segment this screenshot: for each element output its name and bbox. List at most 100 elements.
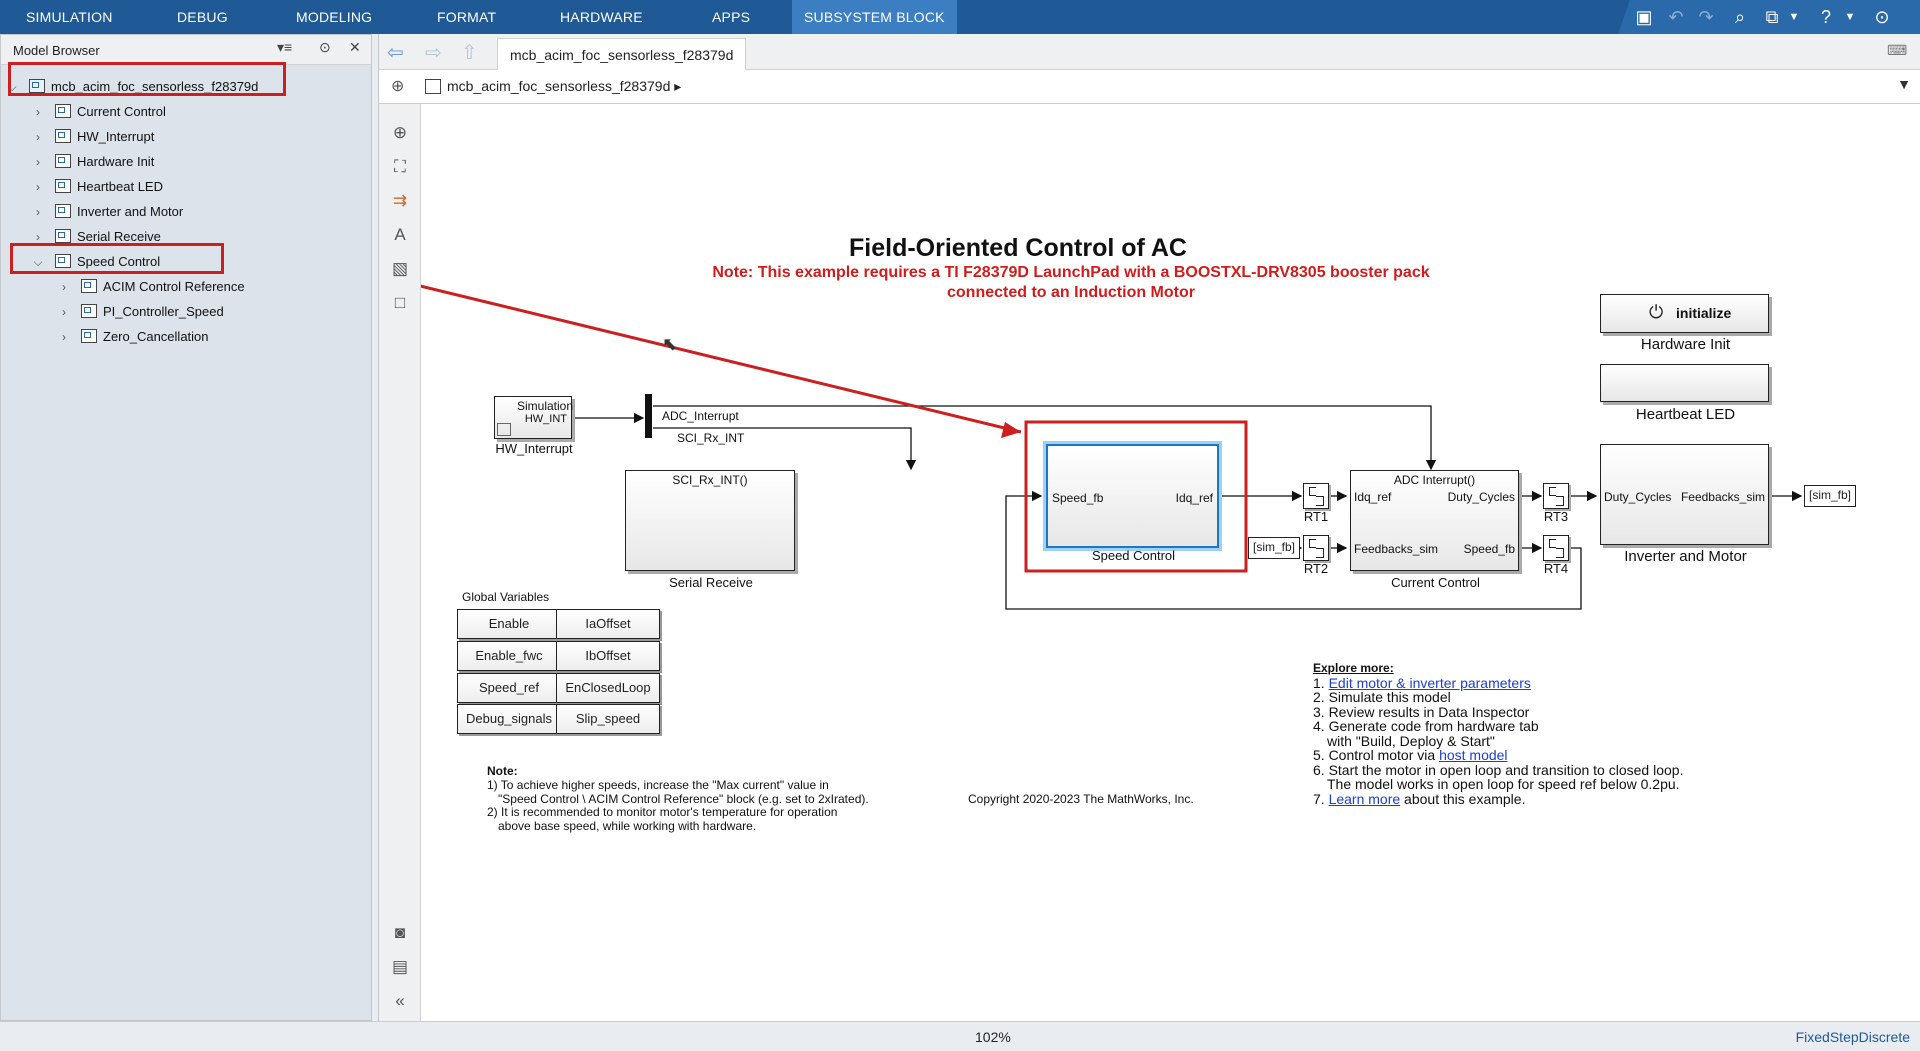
rt4-label: RT4 [1543, 561, 1569, 576]
chevron-right-icon[interactable]: › [31, 100, 45, 125]
inverter-in1: Duty_Cycles [1604, 490, 1672, 504]
zoom-in-icon[interactable]: ⊕ [389, 122, 411, 144]
chevron-right-icon[interactable]: › [57, 300, 71, 325]
forward-arrow-icon[interactable]: ⇨ [425, 40, 442, 65]
tab-hardware[interactable]: HARDWARE [548, 0, 655, 34]
slip-speed-button[interactable]: Slip_speed [556, 704, 660, 734]
subsystem-icon [55, 179, 71, 193]
chevron-right-icon[interactable]: › [31, 125, 45, 150]
sim-fb-from-tag[interactable]: [sim_fb] [1248, 537, 1301, 559]
speed-fb-port: Speed_fb [1052, 491, 1104, 505]
diagram-title: Field-Oriented Control of AC [849, 234, 1187, 262]
learn-more-link[interactable]: Learn more [1329, 791, 1401, 807]
tab-simulation[interactable]: SIMULATION [14, 0, 125, 34]
find-replace-icon[interactable]: ⧉ [1758, 0, 1786, 34]
tab-apps[interactable]: APPS [700, 0, 762, 34]
collapse-left-icon[interactable]: « [389, 990, 411, 1012]
chevron-down-icon[interactable]: ▼ [1842, 0, 1858, 34]
signal-arrow-icon[interactable]: ⇉ [389, 190, 411, 212]
rate-transition-rt3[interactable] [1543, 483, 1569, 509]
debug-signals-button[interactable]: Debug_signals [457, 704, 561, 734]
enable-button[interactable]: Enable [457, 609, 561, 639]
note-line2: "Speed Control \ ACIM Control Reference"… [498, 792, 869, 806]
rate-transition-rt1[interactable] [1303, 483, 1329, 509]
tree-item-hardware-init[interactable]: › Hardware Init [31, 149, 154, 174]
serial-receive-block[interactable]: SCI_Rx_INT() [625, 470, 795, 571]
inverter-and-motor-block[interactable]: Duty_Cycles Feedbacks_sim [1600, 444, 1769, 545]
sim-fb-goto-tag[interactable]: [sim_fb] [1804, 485, 1857, 507]
tree-item-hw-interrupt[interactable]: › HW_Interrupt [31, 124, 154, 149]
chevron-right-icon[interactable]: › [31, 150, 45, 175]
tree-item-pi-controller-speed[interactable]: › PI_Controller_Speed [57, 299, 224, 324]
property-inspector-icon[interactable]: ▤ [389, 956, 411, 978]
address-bar: ⊕ mcb_acim_foc_sensorless_f28379d ▸ ▼ [379, 70, 1920, 104]
iboffset-button[interactable]: IbOffset [556, 641, 660, 671]
search-icon[interactable]: ⌕ [1726, 0, 1754, 34]
annotation-icon[interactable]: A [389, 224, 411, 246]
sort-icon[interactable]: ▾≡ [277, 39, 292, 56]
enable-fwc-button[interactable]: Enable_fwc [457, 641, 561, 671]
model-tab[interactable]: mcb_acim_foc_sensorless_f28379d [497, 38, 747, 70]
fit-to-view-icon[interactable]: ⛶ [389, 156, 411, 178]
solver-link[interactable]: FixedStepDiscrete [1796, 1029, 1910, 1045]
camera-icon[interactable]: ◙ [389, 922, 411, 944]
hw-interrupt-block[interactable]: Simulation HW_INT [494, 396, 574, 439]
back-arrow-icon[interactable]: ⇦ [387, 40, 404, 65]
iaoffset-button[interactable]: IaOffset [556, 609, 660, 639]
model-tree: ⌵ mcb_acim_foc_sensorless_f28379d › Curren… [1, 65, 371, 1020]
redo-icon[interactable]: ↷ [1692, 0, 1720, 34]
subsystem-icon [81, 329, 97, 343]
tab-format[interactable]: FORMAT [425, 0, 508, 34]
toolstrip: SIMULATION DEBUG MODELING FORMAT HARDWAR… [0, 0, 1920, 34]
tree-item-acim-control-reference[interactable]: › ACIM Control Reference [57, 274, 245, 299]
keyboard-icon[interactable]: ⌨ [1887, 42, 1907, 59]
heartbeat-led-block[interactable] [1600, 364, 1769, 402]
subsystem-icon [55, 129, 71, 143]
tab-debug[interactable]: DEBUG [165, 0, 240, 34]
enclosedloop-button[interactable]: EnClosedLoop [556, 673, 660, 703]
minimize-toolstrip-icon[interactable]: ⊙ [1868, 0, 1896, 34]
host-model-link[interactable]: host model [1439, 747, 1507, 763]
chevron-right-icon[interactable]: › [31, 200, 45, 225]
current-control-block[interactable]: ADC Interrupt() Idq_ref Feedbacks_sim Du… [1350, 470, 1519, 571]
hw-interrupt-inner-title: Simulation [517, 399, 574, 413]
help-icon[interactable]: ? [1812, 0, 1840, 34]
chevron-right-icon[interactable]: › [31, 175, 45, 200]
explore-heading: Explore more: [1313, 661, 1394, 675]
save-icon[interactable]: ▣ [1630, 0, 1658, 34]
diagram-canvas[interactable]: Field-Oriented Control of AC Note: This … [421, 104, 1920, 1021]
tab-subsystem-block[interactable]: SUBSYSTEM BLOCK [792, 0, 957, 34]
undo-icon[interactable]: ↶ [1662, 0, 1690, 34]
heartbeat-led-label: Heartbeat LED [1635, 406, 1736, 423]
speed-ref-button[interactable]: Speed_ref [457, 673, 561, 703]
close-icon[interactable]: ✕ [349, 39, 361, 56]
tree-item-current-control[interactable]: › Current Control [31, 99, 166, 124]
tree-item-zero-cancellation[interactable]: › Zero_Cancellation [57, 324, 209, 349]
model-browser-panel: Model Browser ▾≡ ⊙ ✕ ⌵ mcb_acim_foc_senso… [0, 34, 372, 1021]
filter-icon[interactable]: ⊙ [319, 39, 331, 56]
hardware-init-block[interactable]: ⏻ initialize [1600, 294, 1769, 333]
rate-transition-rt2[interactable] [1303, 535, 1329, 561]
chevron-down-icon[interactable]: ▼ [1786, 0, 1802, 34]
breadcrumb[interactable]: mcb_acim_foc_sensorless_f28379d ▸ [447, 78, 681, 95]
subsystem-icon [81, 279, 97, 293]
area-icon[interactable]: □ [389, 292, 411, 314]
image-icon[interactable]: ▧ [389, 258, 411, 280]
chevron-right-icon[interactable]: › [57, 325, 71, 350]
up-arrow-icon[interactable]: ⇧ [461, 40, 478, 65]
tree-item-inverter-and-motor[interactable]: › Inverter and Motor [31, 199, 183, 224]
current-control-out2: Speed_fb [1463, 542, 1515, 556]
tab-modeling[interactable]: MODELING [284, 0, 384, 34]
hardware-init-label: Hardware Init [1640, 336, 1731, 353]
hide-explorer-icon[interactable]: ⊕ [391, 76, 404, 96]
chevron-down-icon[interactable]: ▼ [1897, 76, 1911, 92]
rate-transition-rt4[interactable] [1543, 535, 1569, 561]
editor-nav-bar: ⇦ ⇨ ⇧ mcb_acim_foc_sensorless_f28379d ⌨ [379, 34, 1920, 70]
subsystem-icon [55, 229, 71, 243]
idq-ref-port: Idq_ref [1175, 491, 1213, 505]
speed-control-block[interactable]: Speed_fb Idq_ref [1046, 444, 1219, 548]
serial-receive-trigger: SCI_Rx_INT() [672, 473, 748, 487]
tree-item-heartbeat-led[interactable]: › Heartbeat LED [31, 174, 163, 199]
chevron-right-icon[interactable]: › [57, 275, 71, 300]
note-line3: 2) It is recommended to monitor motor's … [487, 805, 838, 819]
